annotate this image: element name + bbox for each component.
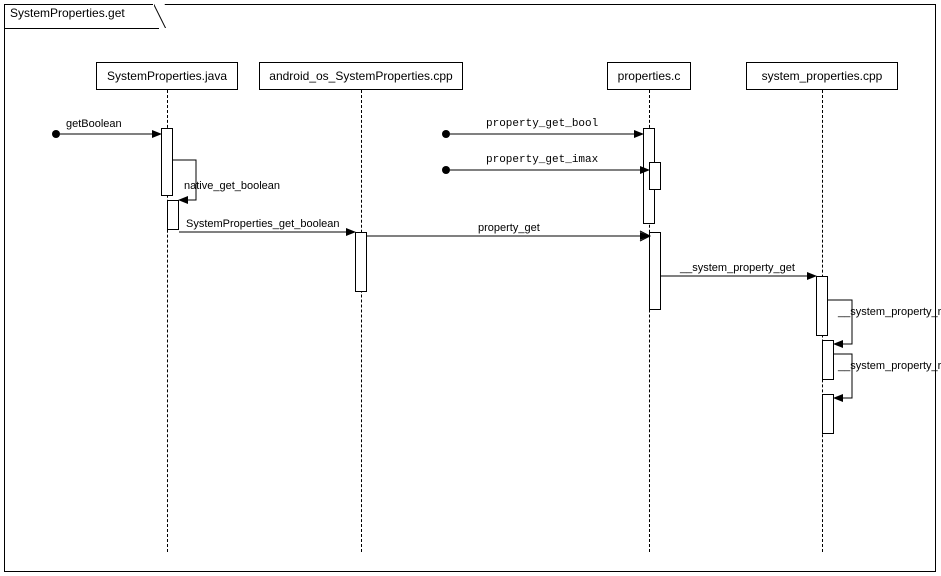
- activation-p2-a: [355, 232, 367, 292]
- found-dot-getBoolean: [52, 130, 60, 138]
- activation-p4-b: [822, 340, 834, 380]
- msg-label-SystemProperties_get_boolean: SystemProperties_get_boolean: [186, 218, 339, 230]
- activation-p3-b: [649, 162, 661, 190]
- msg-label-__system_property_read-2: __system_property_read: [838, 360, 941, 372]
- participant-header-p4: system_properties.cpp: [746, 62, 898, 90]
- activation-p1-a: [161, 128, 173, 196]
- diagram-title: SystemProperties.get: [10, 6, 125, 20]
- activation-p4-a: [816, 276, 828, 336]
- participant-header-p2: android_os_SystemProperties.cpp: [259, 62, 463, 90]
- msg-label-property_get_imax: property_get_imax: [486, 154, 598, 166]
- msg-label-getBoolean: getBoolean: [66, 118, 122, 130]
- participant-header-p1: SystemProperties.java: [96, 62, 238, 90]
- msg-label-property_get_bool: property_get_bool: [486, 118, 598, 130]
- participant-header-p3: properties.c: [607, 62, 691, 90]
- msg-label-native_get_boolean: native_get_boolean: [184, 180, 280, 192]
- found-dot-property_get_imax: [442, 166, 450, 174]
- activation-p3-c: [649, 232, 661, 310]
- diagram-title-tab-corner-border: [154, 4, 166, 28]
- msg-label-__system_property_read-1: __system_property_read: [838, 306, 941, 318]
- found-dot-property_get_bool: [442, 130, 450, 138]
- msg-label-__system_property_get: __system_property_get: [680, 262, 795, 274]
- sequence-diagram: SystemProperties.get SystemProperties.ja…: [0, 0, 941, 576]
- lifeline-p2: [361, 90, 362, 552]
- activation-p4-c: [822, 394, 834, 434]
- msg-label-property_get: property_get: [478, 222, 540, 234]
- activation-p1-b: [167, 200, 179, 230]
